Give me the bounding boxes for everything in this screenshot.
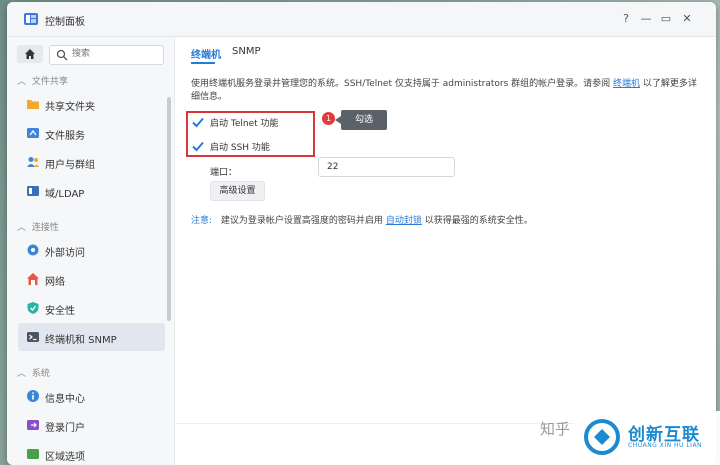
sidebar-item-info-center[interactable]: 信息中心 bbox=[18, 382, 165, 410]
chevron-up-icon: ︿ bbox=[17, 223, 27, 233]
sidebar-item-shared-folder[interactable]: 共享文件夹 bbox=[18, 90, 165, 118]
search-field[interactable] bbox=[49, 45, 164, 65]
step-badge: 1 bbox=[322, 112, 335, 125]
auto-block-link[interactable]: 自动封锁 bbox=[386, 216, 422, 226]
close-button[interactable]: ✕ bbox=[679, 11, 695, 27]
brand-subtitle: CHUANG XIN HU LIAN bbox=[628, 442, 703, 449]
checkmark-icon bbox=[192, 117, 204, 128]
control-panel-app-icon bbox=[24, 13, 38, 25]
security-note: 注意: 建议为登录帐户设置高强度的密码并启用 自动封锁 以获得最强的系统安全性。 bbox=[191, 216, 533, 226]
annotation-callout: 勾选 bbox=[335, 110, 387, 130]
section-connectivity[interactable]: ︿ 连接性 bbox=[17, 220, 59, 233]
sidebar-item-file-services[interactable]: 文件服务 bbox=[18, 119, 165, 147]
tab-snmp[interactable]: SNMP bbox=[232, 46, 261, 57]
maximize-button[interactable]: ▭ bbox=[658, 11, 674, 27]
search-input[interactable] bbox=[72, 46, 152, 62]
info-icon bbox=[27, 390, 39, 402]
sidebar-item-login-portal[interactable]: 登录门户 bbox=[18, 411, 165, 439]
section-system[interactable]: ︿ 系统 bbox=[17, 366, 50, 379]
port-input[interactable] bbox=[318, 157, 455, 177]
sidebar-item-domain-ldap[interactable]: 域/LDAP bbox=[18, 177, 165, 205]
minimize-button[interactable]: — bbox=[638, 11, 654, 27]
external-access-icon bbox=[27, 244, 39, 256]
window-title: 控制面板 bbox=[45, 17, 85, 28]
title-bar: 控制面板 ? — ▭ ✕ bbox=[7, 2, 716, 37]
sidebar-item-terminal-snmp[interactable]: 终端机和 SNMP bbox=[18, 323, 165, 351]
help-button[interactable]: ? bbox=[618, 11, 634, 27]
tab-terminal[interactable]: 终端机 bbox=[191, 46, 221, 61]
note-label: 注意: bbox=[191, 216, 213, 226]
control-panel-window: 控制面板 ? — ▭ ✕ ︿ 文件共享 共享文件夹 bbox=[7, 2, 716, 465]
home-button[interactable] bbox=[17, 45, 43, 63]
brand-logo-icon bbox=[584, 419, 620, 455]
network-house-icon bbox=[27, 273, 39, 285]
sidebar-item-external-access[interactable]: 外部访问 bbox=[18, 236, 165, 264]
ssh-label: 启动 SSH 功能 bbox=[210, 143, 270, 153]
search-icon bbox=[56, 49, 68, 61]
home-icon bbox=[25, 49, 35, 59]
folder-icon bbox=[27, 100, 39, 109]
section-file-sharing[interactable]: ︿ 文件共享 bbox=[17, 74, 68, 87]
users-icon bbox=[27, 157, 39, 167]
terminal-description: 使用终端机服务登录并管理您的系统。SSH/Telnet 仅支持属于 admini… bbox=[191, 79, 697, 102]
sidebar-item-regional-options[interactable]: 区域选项 bbox=[18, 440, 165, 465]
telnet-label: 启动 Telnet 功能 bbox=[210, 119, 279, 129]
login-portal-icon bbox=[27, 420, 39, 430]
shield-icon bbox=[27, 302, 39, 314]
advanced-settings-button[interactable]: 高级设置 bbox=[210, 181, 265, 201]
checkmark-icon bbox=[192, 141, 204, 152]
active-tab-indicator bbox=[191, 62, 215, 64]
zhihu-watermark: 知乎 bbox=[540, 420, 571, 438]
terminal-help-link[interactable]: 终端机 bbox=[613, 79, 640, 89]
sidebar-scrollbar[interactable] bbox=[167, 97, 171, 321]
regional-options-icon bbox=[27, 449, 39, 459]
domain-icon bbox=[27, 186, 39, 196]
sidebar: ︿ 文件共享 共享文件夹 文件服务 用户与群组 bbox=[7, 37, 175, 465]
sidebar-item-network[interactable]: 网络 bbox=[18, 265, 165, 293]
main-content: 终端机 SNMP 使用终端机服务登录并管理您的系统。SSH/Telnet 仅支持… bbox=[175, 37, 716, 465]
terminal-icon bbox=[27, 332, 39, 342]
chevron-up-icon: ︿ bbox=[17, 369, 27, 379]
chevron-up-icon: ︿ bbox=[17, 77, 27, 87]
port-label: 端口： bbox=[210, 168, 238, 178]
file-services-icon bbox=[27, 128, 39, 138]
sidebar-item-users-groups[interactable]: 用户与群组 bbox=[18, 148, 165, 176]
sidebar-item-security[interactable]: 安全性 bbox=[18, 294, 165, 322]
